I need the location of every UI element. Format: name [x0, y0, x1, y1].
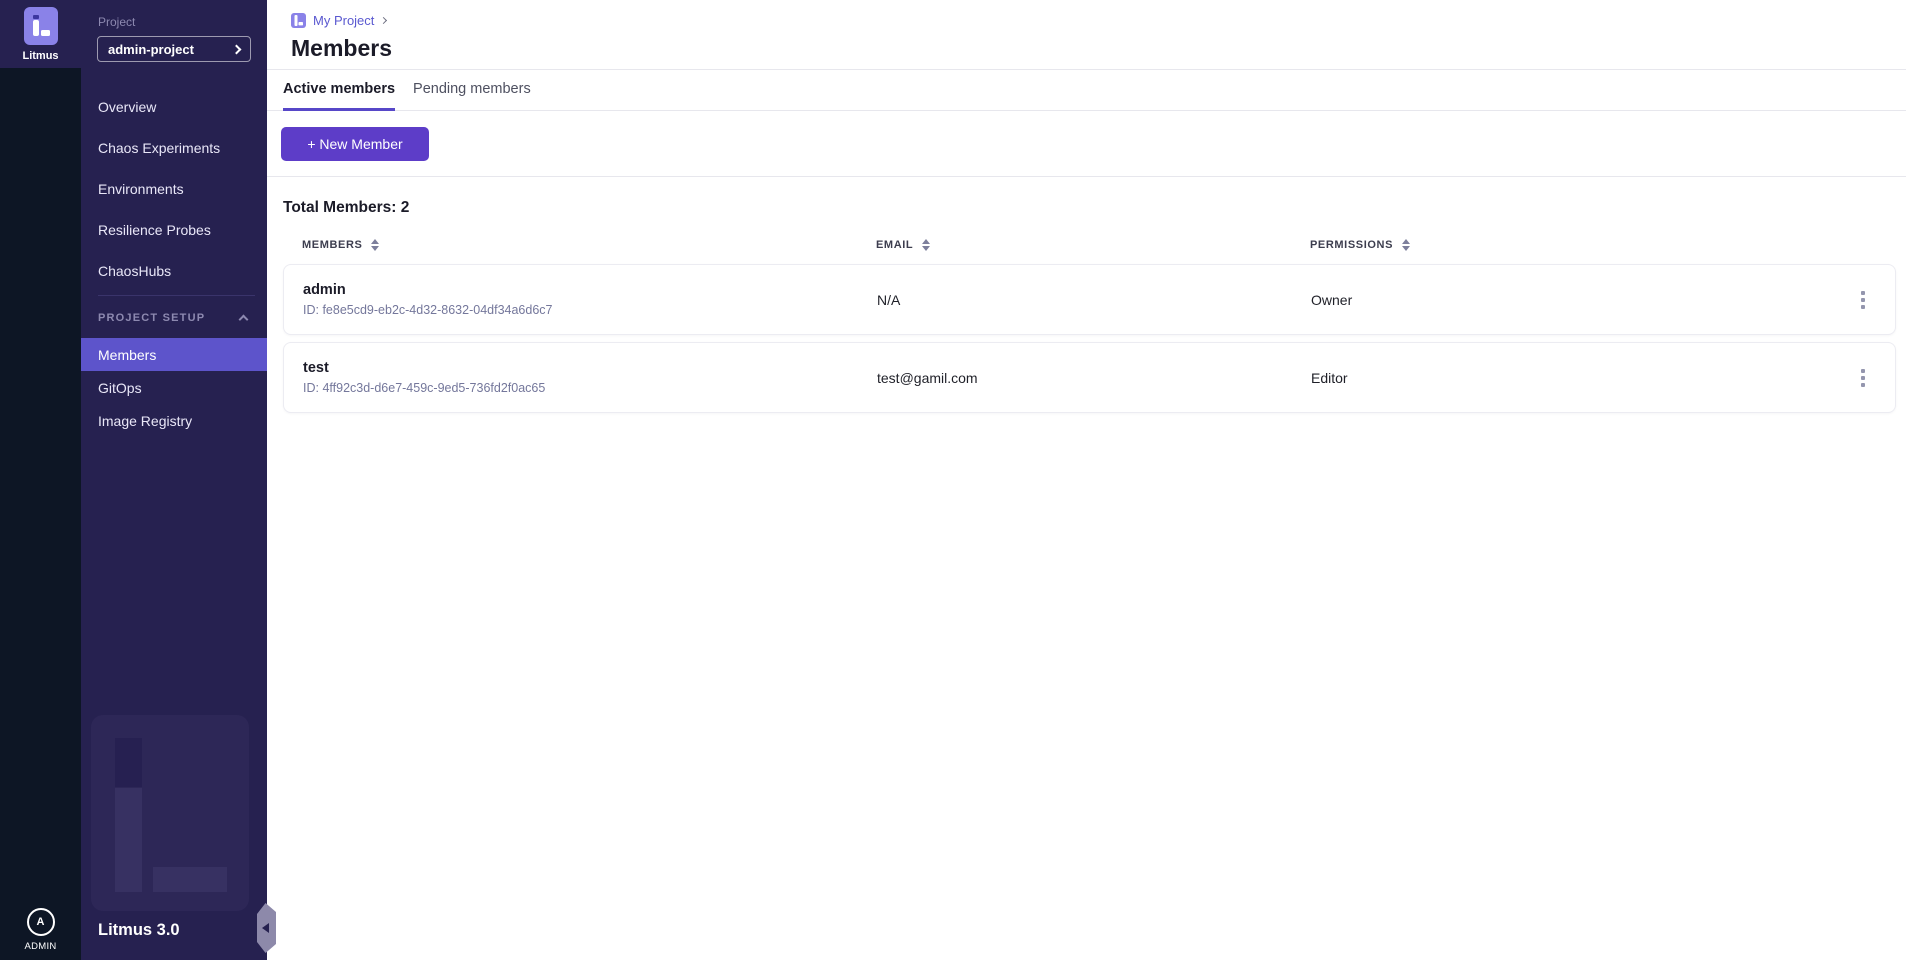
watermark-shape: [115, 738, 142, 787]
row-menu-button[interactable]: [1855, 285, 1871, 315]
member-cell: admin ID: fe8e5cd9-eb2c-4d32-8632-04df34…: [303, 282, 877, 317]
breadcrumb-my-project-link[interactable]: My Project: [313, 13, 374, 28]
sidebar-item-gitops[interactable]: GitOps: [81, 371, 267, 404]
member-id: ID: 4ff92c3d-d6e7-459c-9ed5-736fd2f0ac65: [303, 381, 877, 395]
litmus-watermark-illustration: [91, 715, 249, 911]
breadcrumb: My Project: [291, 12, 1906, 28]
table-row[interactable]: admin ID: fe8e5cd9-eb2c-4d32-8632-04df34…: [283, 264, 1896, 335]
sidebar-item-chaoshubs[interactable]: ChaosHubs: [81, 250, 267, 291]
sidebar-divider: [98, 295, 255, 296]
chevron-right-icon: [232, 44, 242, 54]
rail-bottom: A ADMIN: [0, 908, 81, 952]
admin-label: ADMIN: [24, 941, 56, 952]
tab-active-members[interactable]: Active members: [283, 70, 395, 111]
sidebar-item-image-registry[interactable]: Image Registry: [81, 404, 267, 437]
sidebar-item-members[interactable]: Members: [81, 338, 267, 371]
table-header-row: MEMBERS EMAIL PERMISSIONS: [283, 233, 1896, 257]
project-setup-label: PROJECT SETUP: [98, 312, 205, 324]
breadcrumb-chevron-icon: [380, 16, 387, 23]
row-menu-button[interactable]: [1855, 363, 1871, 393]
sidebar-item-chaos-experiments[interactable]: Chaos Experiments: [81, 127, 267, 168]
app-root: Litmus A ADMIN Project admin-project Ove…: [0, 0, 1906, 960]
member-permission: Editor: [1311, 370, 1831, 386]
column-header-permissions[interactable]: PERMISSIONS: [1310, 239, 1832, 251]
column-header-members[interactable]: MEMBERS: [302, 239, 876, 251]
collapse-arrow-icon: [262, 923, 269, 933]
member-name: test: [303, 360, 877, 376]
sidebar-item-overview[interactable]: Overview: [81, 86, 267, 127]
brand-rail: Litmus A ADMIN: [0, 0, 81, 960]
tab-pending-members[interactable]: Pending members: [413, 70, 531, 111]
sort-icon[interactable]: [1402, 239, 1410, 251]
page-header: My Project Members: [267, 0, 1906, 70]
page-title: Members: [291, 35, 1906, 62]
member-tabs: Active members Pending members: [267, 70, 1906, 111]
sidebar: Project admin-project Overview Chaos Exp…: [81, 0, 267, 960]
project-selector-value: admin-project: [108, 42, 194, 57]
project-setup-nav: Members GitOps Image Registry: [81, 338, 267, 437]
column-header-email[interactable]: EMAIL: [876, 239, 1310, 251]
members-list-section: Total Members: 2 MEMBERS EMAIL PERMISSIO…: [267, 177, 1906, 413]
project-breadcrumb-icon[interactable]: [291, 13, 306, 28]
version-label: Litmus 3.0: [98, 921, 180, 940]
sort-icon[interactable]: [371, 239, 379, 251]
sidebar-item-resilience-probes[interactable]: Resilience Probes: [81, 209, 267, 250]
member-permission: Owner: [1311, 292, 1831, 308]
member-email: test@gamil.com: [877, 370, 1311, 386]
main-nav: Overview Chaos Experiments Environments …: [81, 86, 267, 291]
litmus-home-button[interactable]: Litmus: [0, 0, 81, 68]
watermark-shape: [153, 867, 227, 892]
avatar[interactable]: A: [27, 908, 55, 936]
watermark-shape: [115, 788, 142, 892]
member-cell: test ID: 4ff92c3d-d6e7-459c-9ed5-736fd2f…: [303, 360, 877, 395]
main-content: My Project Members Active members Pendin…: [267, 0, 1906, 960]
total-members-count: Total Members: 2: [283, 199, 1896, 217]
project-selector[interactable]: admin-project: [97, 36, 251, 62]
member-email: N/A: [877, 292, 1311, 308]
litmus-logo-icon: [24, 7, 58, 45]
member-name: admin: [303, 282, 877, 298]
toolbar: + New Member: [267, 111, 1906, 177]
new-member-button[interactable]: + New Member: [281, 127, 429, 161]
member-id: ID: fe8e5cd9-eb2c-4d32-8632-04df34a6d6c7: [303, 303, 877, 317]
sidebar-item-environments[interactable]: Environments: [81, 168, 267, 209]
sort-icon[interactable]: [922, 239, 930, 251]
sidebar-collapse-button[interactable]: [257, 903, 276, 953]
project-label: Project: [81, 0, 267, 29]
table-row[interactable]: test ID: 4ff92c3d-d6e7-459c-9ed5-736fd2f…: [283, 342, 1896, 413]
project-setup-section-toggle[interactable]: PROJECT SETUP: [81, 306, 267, 330]
avatar-initial: A: [37, 916, 45, 928]
chevron-up-icon: [239, 315, 249, 325]
brand-name: Litmus: [22, 50, 58, 62]
